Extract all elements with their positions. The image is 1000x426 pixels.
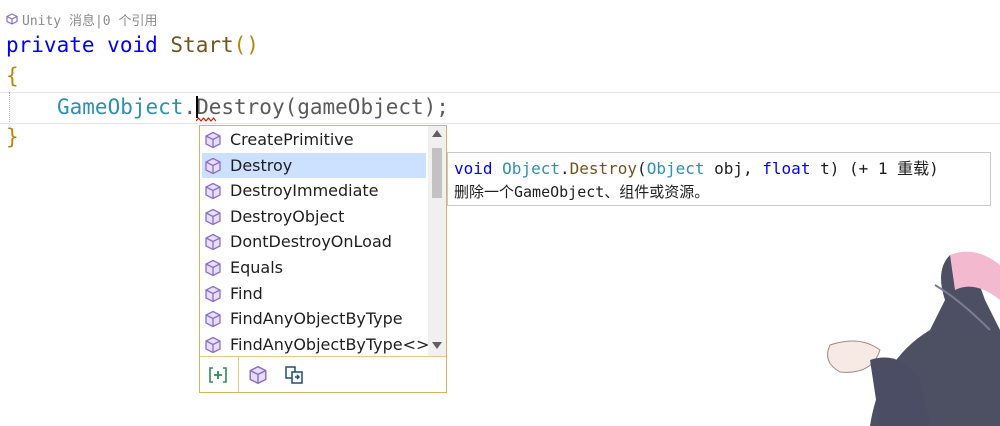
signature-param-name: obj, [704,159,763,178]
scroll-up-arrow-icon[interactable] [432,130,442,137]
type-gameobject: GameObject [57,95,184,119]
add-bracket-button[interactable] [206,363,230,387]
open-brace: { [6,64,19,88]
method-signature: void Object.Destroy(Object obj, float t)… [454,157,984,181]
code-line-1[interactable]: private void Start() [6,30,259,60]
method-name: Start [170,33,234,57]
extension-filter-button[interactable] [282,363,306,387]
method-cube-icon [205,336,221,353]
code-line-3[interactable]: GameObject.Destroy(gameObject); [57,92,449,122]
completion-item-find[interactable]: Find [202,281,426,306]
background-illustration [827,251,1000,426]
signature-open-paren: ( [637,159,647,178]
toolbar-separator [238,357,239,392]
signature-param-type: Object [646,159,705,178]
destroy-call: Destroy(gameObject); [196,95,449,119]
completion-item-equals[interactable]: Equals [202,255,426,280]
method-cube-icon [205,131,221,148]
method-filter-button[interactable] [246,363,270,387]
text-caret [196,96,198,118]
method-cube-icon [205,285,221,302]
completion-item-label: Equals [230,258,283,277]
completion-scrollbar[interactable] [428,126,446,356]
member-dot: . [183,95,197,119]
method-filter-icon [249,365,267,385]
completion-item-label: FindAnyObjectByType<> [230,335,430,354]
error-squiggle [196,117,216,122]
signature-dot: . [559,159,570,178]
completion-item-label: CreatePrimitive [230,130,354,149]
scrollbar-thumb[interactable] [432,148,442,198]
completion-toolbar [200,356,446,392]
signature-class: Object [502,159,560,178]
completion-item-label: DestroyObject [230,207,345,226]
completion-item-label: DestroyImmediate [230,181,379,200]
completion-item-label: FindAnyObjectByType [230,309,403,328]
completion-item-findanyobjectbytype[interactable]: FindAnyObjectByType [202,306,426,331]
unity-cube-icon [6,13,18,25]
quick-info-tooltip: void Object.Destroy(Object obj, float t)… [447,152,991,206]
codelens-text: Unity 消息|0 个引用 [22,13,158,29]
completion-item-destroy[interactable]: Destroy [202,153,426,178]
keyword-void: void [107,33,158,57]
signature-method: Destroy [569,159,638,178]
completion-item-createprimitive[interactable]: CreatePrimitive [202,127,426,152]
signature-float-type: float [762,159,811,178]
extension-filter-icon [285,366,303,384]
add-bracket-icon [209,367,227,383]
completion-list[interactable]: CreatePrimitive Destroy DestroyImmediate… [200,126,430,357]
method-cube-icon [205,259,221,276]
parentheses: () [233,33,259,57]
method-cube-icon [205,157,221,174]
completion-item-dontdestroyonload[interactable]: DontDestroyOnLoad [202,229,426,254]
close-brace: } [6,125,19,149]
completion-item-destroyobject[interactable]: DestroyObject [202,204,426,229]
method-cube-icon [205,208,221,225]
method-description: 删除一个GameObject、组件或资源。 [454,183,710,201]
keyword-private: private [6,33,95,57]
completion-item-findanyobjectbytype-generic[interactable]: FindAnyObjectByType<> [202,332,430,357]
signature-return-type: void [454,159,493,178]
method-cube-icon [205,310,221,327]
method-cube-icon [205,233,221,250]
completion-popup[interactable]: CreatePrimitive Destroy DestroyImmediate… [199,125,447,393]
code-line-2[interactable]: { [6,61,19,91]
signature-rest: t) (+ 1 重载) [810,159,939,178]
scroll-down-arrow-icon[interactable] [432,342,442,349]
completion-item-label: DontDestroyOnLoad [230,232,392,251]
indent-guide [9,92,10,122]
completion-item-label: Destroy [230,156,293,175]
method-cube-icon [205,182,221,199]
completion-item-label: Find [230,284,263,303]
codelens-hint[interactable]: Unity 消息|0 个引用 [6,10,158,29]
code-line-4[interactable]: } [6,122,19,152]
completion-item-destroyimmediate[interactable]: DestroyImmediate [202,178,426,203]
